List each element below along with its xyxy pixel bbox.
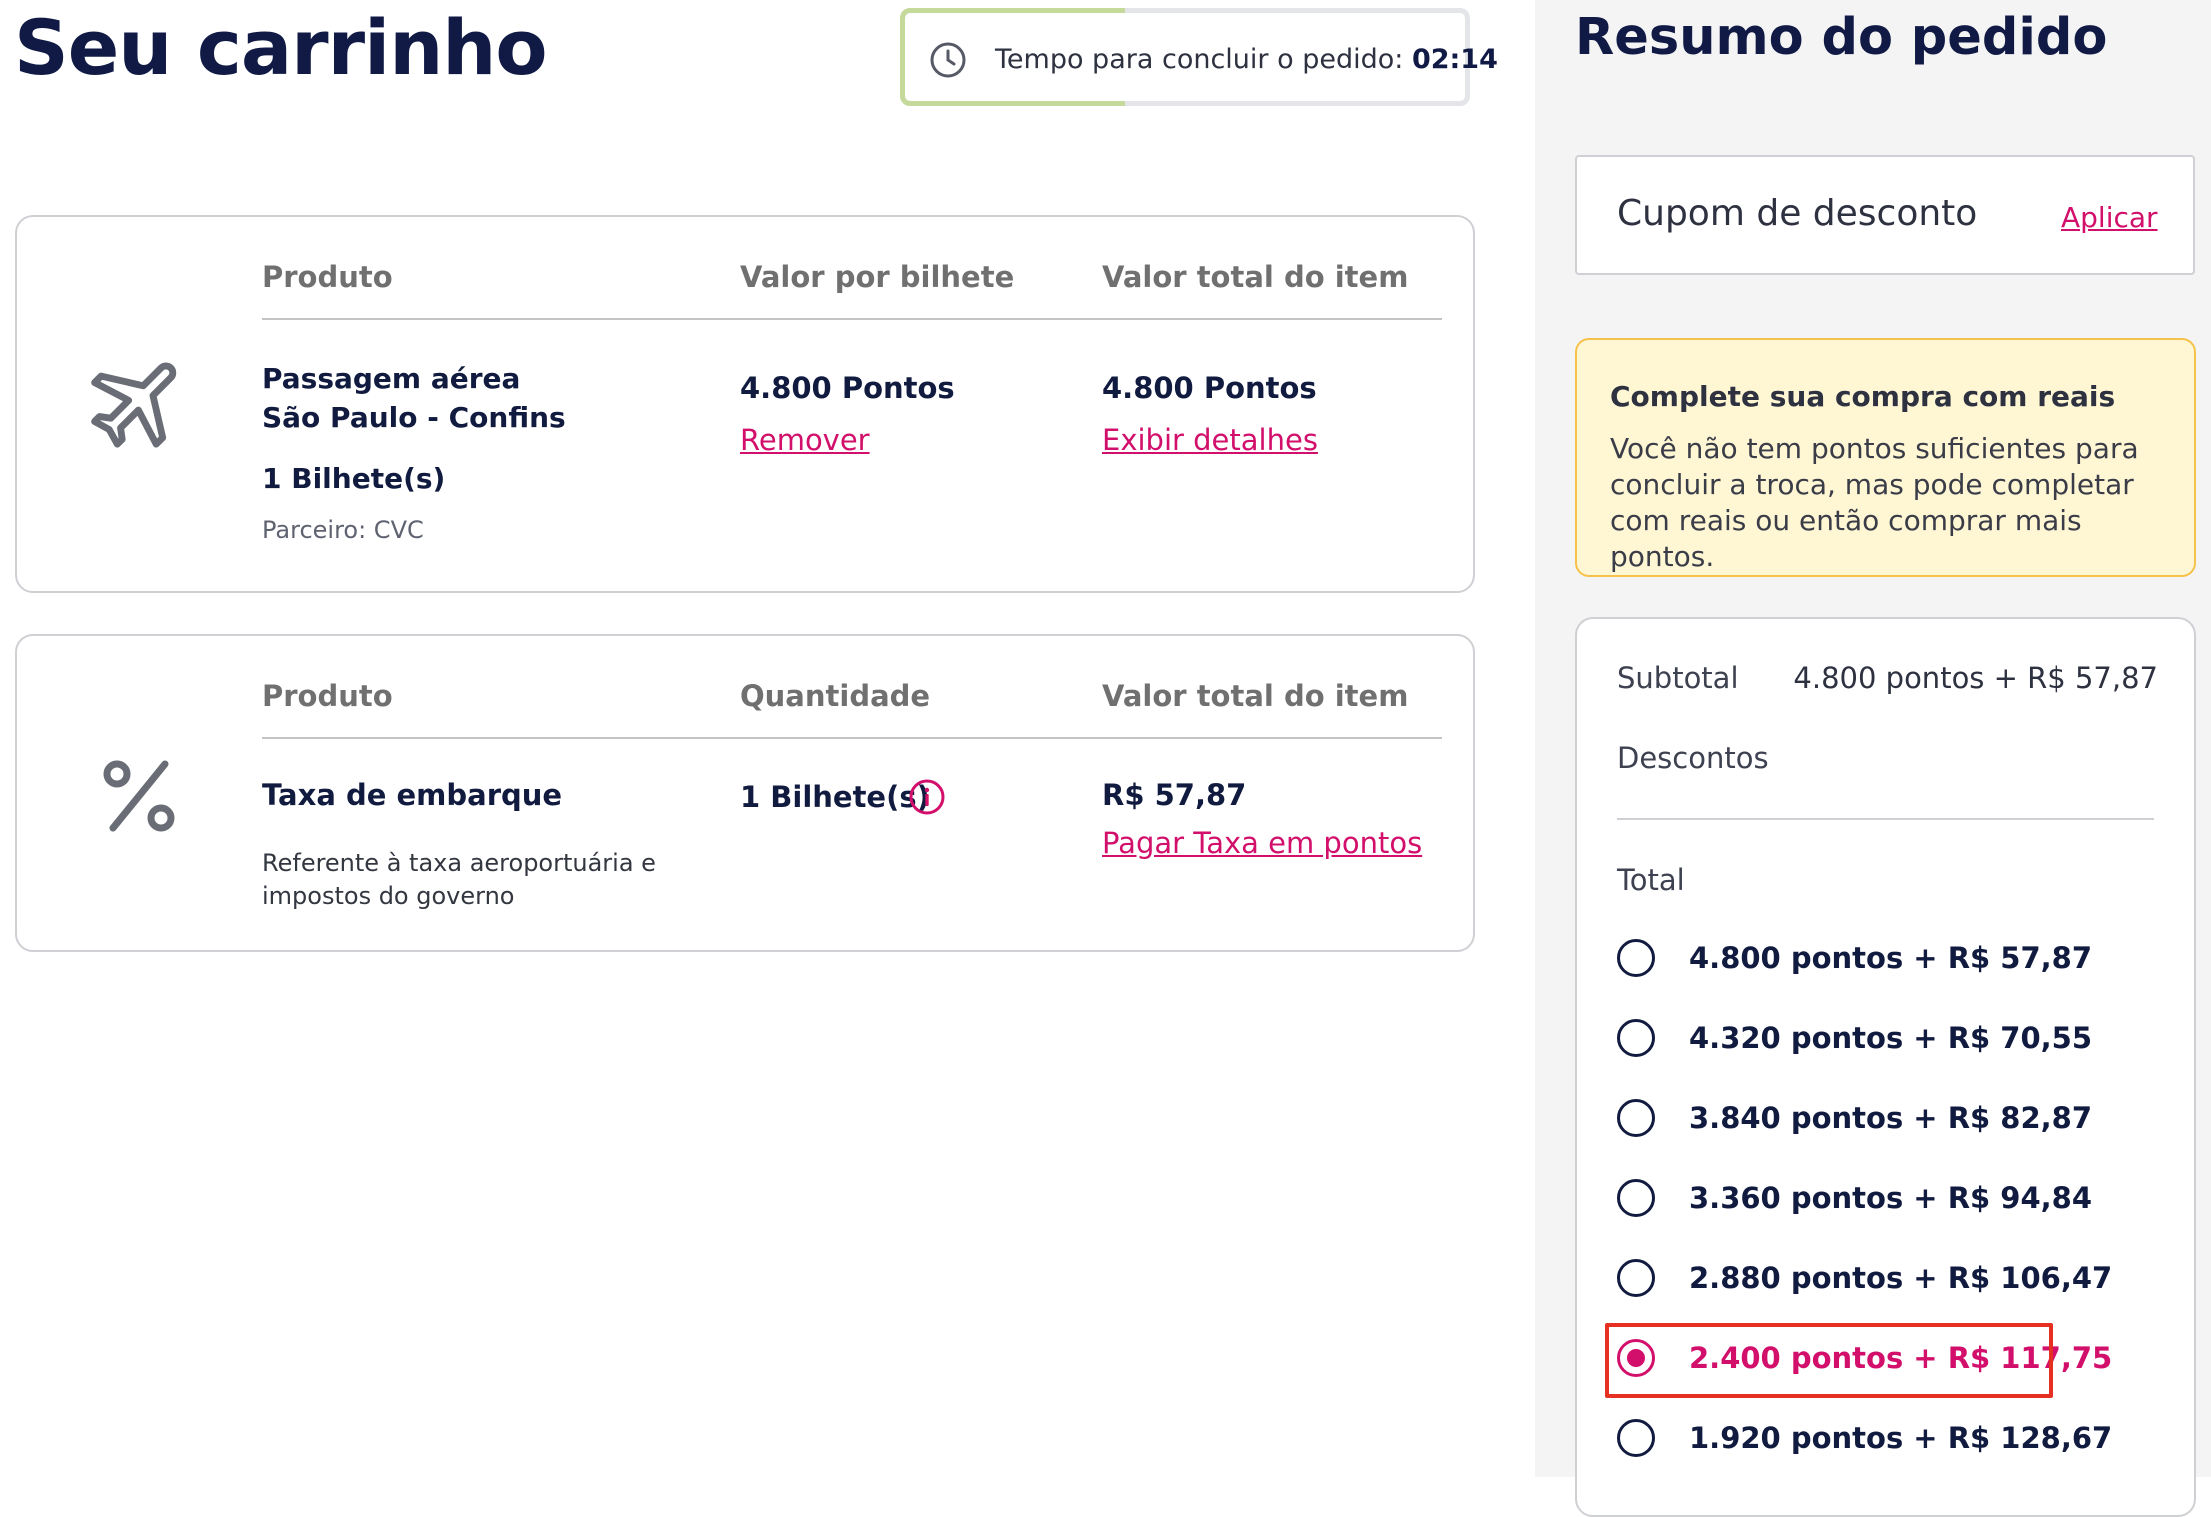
notice-title: Complete sua compra com reais <box>1610 380 2116 413</box>
ticket-count: 1 Bilhete(s) <box>262 462 446 495</box>
radio-button[interactable] <box>1617 1099 1655 1137</box>
coupon-box: Cupom de desconto Aplicar <box>1575 155 2195 275</box>
radio-button[interactable] <box>1617 1339 1655 1377</box>
notice-body: Você não tem pontos suficientes para con… <box>1610 432 2139 573</box>
product-name-line1: Passagem aérea <box>262 362 521 395</box>
payment-option[interactable]: 4.320 pontos + R$ 70,55 <box>1617 1019 2157 1063</box>
cart-item-flight: Produto Valor por bilhete Valor total do… <box>15 215 1475 593</box>
payment-option[interactable]: 2.880 pontos + R$ 106,47 <box>1617 1259 2157 1303</box>
discounts-label: Descontos <box>1617 741 1769 775</box>
coupon-label: Cupom de desconto <box>1617 193 1978 234</box>
payment-option-label: 1.920 pontos + R$ 128,67 <box>1689 1421 2113 1455</box>
payment-option-label: 4.800 pontos + R$ 57,87 <box>1689 941 2093 975</box>
payment-option[interactable]: 3.360 pontos + R$ 94,84 <box>1617 1179 2157 1223</box>
subtotal-value: 4.800 pontos + R$ 57,87 <box>1793 661 2158 695</box>
total-label: Total <box>1617 863 1685 897</box>
radio-button[interactable] <box>1617 1419 1655 1457</box>
timer-value: 02:14 <box>1411 44 1498 75</box>
quantity-value: 1 Bilhete(s) <box>740 780 930 814</box>
pay-with-cash-notice: Complete sua compra com reais Você não t… <box>1575 338 2196 577</box>
pay-fee-in-points-link[interactable]: Pagar Taxa em pontos <box>1102 826 1422 860</box>
column-header-quantity: Quantidade <box>740 679 931 713</box>
summary-title: Resumo do pedido <box>1575 8 2108 67</box>
clock-icon <box>930 42 966 78</box>
timer-text: Tempo para concluir o pedido: 02:14 <box>995 41 1498 79</box>
cart-item-boarding-fee: Produto Quantidade Valor total do item T… <box>15 634 1475 952</box>
radio-button[interactable] <box>1617 1259 1655 1297</box>
payment-option[interactable]: 1.920 pontos + R$ 128,67 <box>1617 1419 2157 1463</box>
payment-option-label: 2.400 pontos + R$ 117,75 <box>1689 1341 2113 1375</box>
percent-icon <box>103 760 175 832</box>
payment-option-label: 4.320 pontos + R$ 70,55 <box>1689 1021 2093 1055</box>
column-header-unit-value: Valor por bilhete <box>740 260 1015 294</box>
payment-option[interactable]: 4.800 pontos + R$ 57,87 <box>1617 939 2157 983</box>
item-total-value: R$ 57,87 <box>1102 778 1247 812</box>
timer-label: Tempo para concluir o pedido: <box>995 44 1404 75</box>
product-name-line2: São Paulo - Confins <box>262 401 566 434</box>
product-name: Taxa de embarque <box>262 778 563 812</box>
totals-card: Subtotal 4.800 pontos + R$ 57,87 Descont… <box>1575 617 2196 1517</box>
totals-divider <box>1617 818 2154 820</box>
airplane-icon <box>91 362 177 448</box>
radio-button[interactable] <box>1617 1019 1655 1057</box>
info-icon[interactable] <box>908 778 946 816</box>
radio-button[interactable] <box>1617 1179 1655 1217</box>
payment-option[interactable]: 3.840 pontos + R$ 82,87 <box>1617 1099 2157 1143</box>
column-header-item-total: Valor total do item <box>1102 260 1409 294</box>
column-header-item-total: Valor total do item <box>1102 679 1409 713</box>
header-divider <box>262 318 1442 320</box>
remove-link[interactable]: Remover <box>740 423 870 457</box>
column-header-product: Produto <box>262 260 393 294</box>
header-divider <box>262 737 1442 739</box>
radio-button[interactable] <box>1617 939 1655 977</box>
subtotal-label: Subtotal <box>1617 661 1739 695</box>
payment-option-label: 3.840 pontos + R$ 82,87 <box>1689 1101 2093 1135</box>
page-title: Seu carrinho <box>14 3 548 92</box>
product-description: Referente à taxa aeroportuária e imposto… <box>262 849 656 910</box>
partner-label: Parceiro: CVC <box>262 516 424 544</box>
checkout-timer: Tempo para concluir o pedido: 02:14 <box>900 8 1498 106</box>
payment-option-label: 3.360 pontos + R$ 94,84 <box>1689 1181 2093 1215</box>
payment-option-label: 2.880 pontos + R$ 106,47 <box>1689 1261 2113 1295</box>
apply-coupon-link[interactable]: Aplicar <box>2061 201 2158 234</box>
item-total-value: 4.800 Pontos <box>1102 371 1317 405</box>
column-header-product: Produto <box>262 679 393 713</box>
unit-value: 4.800 Pontos <box>740 371 955 405</box>
payment-option[interactable]: 2.400 pontos + R$ 117,75 <box>1617 1339 2157 1383</box>
show-details-link[interactable]: Exibir detalhes <box>1102 423 1318 457</box>
